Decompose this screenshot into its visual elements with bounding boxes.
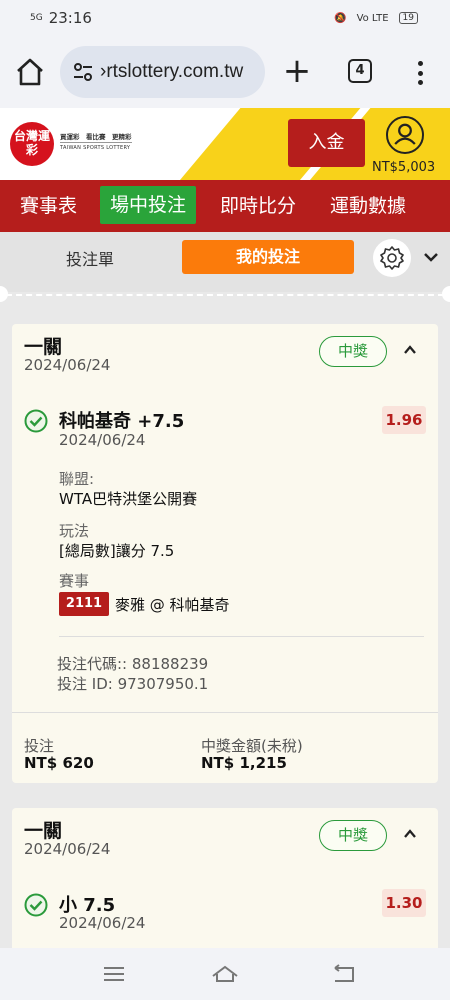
system-nav-bar xyxy=(0,948,450,1000)
odds-badge: 1.30 xyxy=(382,889,426,917)
selection-date: 2024/06/24 xyxy=(59,431,146,449)
nav-item-live-scores[interactable]: 即時比分 xyxy=(220,180,296,232)
nav-item-live-betting[interactable]: 場中投注 xyxy=(100,186,197,224)
stake-amount: NT$ 620 xyxy=(24,754,94,772)
odds-badge: 1.96 xyxy=(382,406,426,434)
home-icon[interactable] xyxy=(14,56,46,88)
event-name: 麥雅 @ 科帕基奇 xyxy=(115,596,230,614)
nav-item-schedule[interactable]: 賽事表 xyxy=(20,180,77,232)
bet-date: 2024/06/24 xyxy=(24,840,111,858)
main-nav: 賽事表 場中投注 即時比分 運動數據 xyxy=(0,180,450,232)
more-menu-icon[interactable] xyxy=(408,58,432,88)
divider xyxy=(12,712,438,713)
lte-indicator: Vo LTE xyxy=(356,12,389,24)
tab-switcher-button[interactable]: 4 xyxy=(348,59,372,83)
status-bar: 5G 23:16 🔕 Vo LTE 19 xyxy=(0,0,450,36)
stake-label: 投注 xyxy=(24,737,55,755)
tab-my-bets[interactable]: 我的投注 xyxy=(182,240,354,274)
bet-date: 2024/06/24 xyxy=(24,356,111,374)
battery-indicator: 19 xyxy=(398,12,418,24)
bet-tabs: 投注單 我的投注 xyxy=(0,232,450,292)
status-badge: 中獎 xyxy=(319,336,387,367)
chevron-up-icon[interactable] xyxy=(402,342,418,358)
site-header: 台灣運彩 買運彩 看比賽 更精彩 TAIWAN SPORTS LOTTERY 入… xyxy=(0,108,450,180)
chevron-up-icon[interactable] xyxy=(402,826,418,842)
bet-type: 一關 xyxy=(24,336,63,358)
url-text[interactable]: ›rtslottery.com.tw xyxy=(100,61,243,83)
new-tab-icon[interactable]: + xyxy=(282,54,312,90)
mute-icon: 🔕 xyxy=(334,12,347,24)
network-indicator: 5G xyxy=(30,12,43,23)
selection-date: 2024/06/24 xyxy=(59,914,146,932)
deposit-button[interactable]: 入金 xyxy=(288,119,365,167)
nav-item-sports-data[interactable]: 運動數據 xyxy=(330,180,406,232)
chevron-down-icon[interactable] xyxy=(420,246,442,268)
league-value: WTA巴特洪堡公開賽 xyxy=(59,490,198,508)
browser-toolbar: ›rtslottery.com.tw + 4 xyxy=(0,36,450,108)
divider xyxy=(6,294,444,296)
home-nav-icon[interactable] xyxy=(211,962,239,986)
brand-english-name: TAIWAN SPORTS LOTTERY xyxy=(60,142,132,153)
bet-type: 一關 xyxy=(24,820,63,842)
bet-card: 一關 2024/06/24 中獎 小 7.5 2024/06/24 1.30 xyxy=(12,808,438,958)
market-label: 玩法 xyxy=(59,522,90,540)
bet-id: 投注 ID: 97307950.1 xyxy=(57,675,209,693)
selection-name: 科帕基奇 +7.5 xyxy=(59,411,185,432)
event-label: 賽事 xyxy=(59,572,90,590)
address-bar[interactable]: ›rtslottery.com.tw xyxy=(60,46,265,98)
back-icon[interactable] xyxy=(330,962,358,986)
event-number: 2111 xyxy=(59,592,109,616)
brand-wordmark: 買運彩 看比賽 更精彩 TAIWAN SPORTS LOTTERY xyxy=(60,132,132,153)
clock: 23:16 xyxy=(48,9,92,27)
status-badge: 中獎 xyxy=(319,820,387,851)
account-balance: NT$5,003 xyxy=(372,160,436,175)
logo-text: 台灣運彩 xyxy=(13,129,50,157)
payout-amount: NT$ 1,215 xyxy=(201,754,287,772)
brand-tagline: 買運彩 看比賽 更精彩 xyxy=(60,133,132,141)
brand-logo[interactable]: 台灣運彩 xyxy=(10,122,54,166)
divider xyxy=(59,636,424,637)
payout-label: 中獎金額(未稅) xyxy=(201,737,303,755)
gear-icon[interactable] xyxy=(373,239,411,277)
league-label: 聯盟: xyxy=(59,470,95,488)
site-settings-icon[interactable] xyxy=(72,61,94,83)
check-circle-icon xyxy=(24,893,48,917)
divider-notch xyxy=(442,286,450,302)
bet-card: 一關 2024/06/24 中獎 科帕基奇 +7.5 2024/06/24 1.… xyxy=(12,324,438,783)
bet-code: 投注代碼:: 88188239 xyxy=(57,655,209,673)
account-icon[interactable] xyxy=(386,116,424,154)
check-circle-icon xyxy=(24,409,48,433)
market-value: [總局數]讓分 7.5 xyxy=(59,542,175,560)
tab-betslip[interactable]: 投注單 xyxy=(66,246,114,270)
recent-apps-icon[interactable] xyxy=(100,962,128,986)
